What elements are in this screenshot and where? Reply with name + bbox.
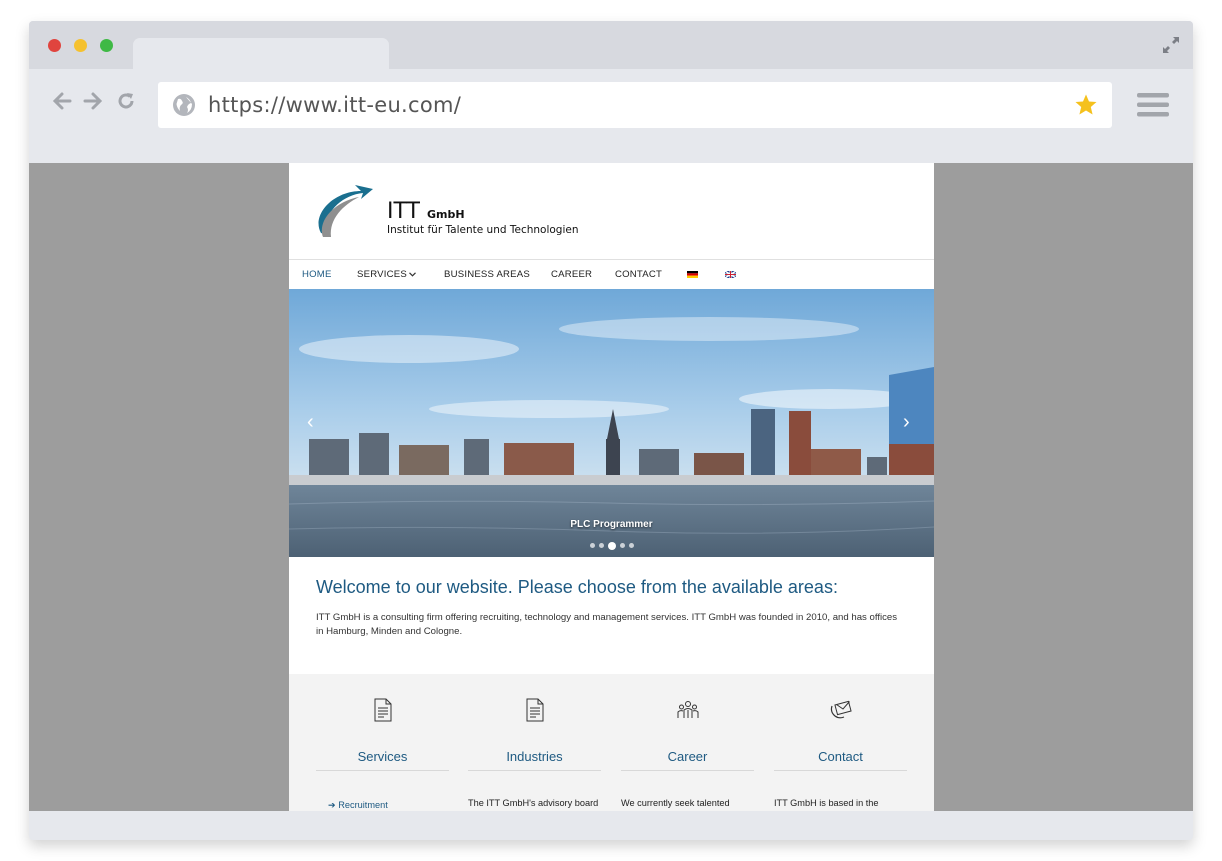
site-logo[interactable]: ITT GmbH Institut für Talente und Techno… <box>313 175 623 250</box>
expand-icon[interactable] <box>1161 35 1181 55</box>
back-arrow-icon[interactable] <box>51 89 73 113</box>
logo-tagline: Institut für Talente und Technologien <box>387 224 579 236</box>
browser-toolbar: https://www.itt-eu.com/ <box>29 69 1193 139</box>
nav-business-areas[interactable]: BUSINESS AREAS <box>444 269 530 280</box>
feature-title[interactable]: Industries <box>468 749 601 764</box>
slider-dot[interactable] <box>598 543 604 549</box>
browser-tab[interactable] <box>133 38 389 69</box>
nav-contact[interactable]: CONTACT <box>615 269 662 280</box>
close-window-button[interactable] <box>48 39 61 52</box>
document-list-icon <box>374 698 392 722</box>
forward-arrow-icon[interactable] <box>82 89 104 113</box>
hamburger-icon[interactable] <box>1137 93 1169 117</box>
nav-home[interactable]: HOME <box>302 269 332 280</box>
feature-title[interactable]: Services <box>316 749 449 764</box>
feature-divider <box>774 770 907 771</box>
browser-bottom-bar <box>29 811 1193 840</box>
slider-prev-arrow[interactable]: ‹ <box>307 411 314 434</box>
maximize-window-button[interactable] <box>100 39 113 52</box>
mail-contact-icon <box>830 700 852 719</box>
people-group-icon <box>677 701 699 718</box>
main-nav: HOME SERVICES BUSINESS AREAS CAREER CONT… <box>289 259 934 290</box>
logo-suffix: GmbH <box>427 208 465 221</box>
welcome-heading: Welcome to our website. Please choose fr… <box>316 577 838 597</box>
feature-title[interactable]: Career <box>621 749 754 764</box>
slider-next-arrow[interactable]: › <box>903 411 910 434</box>
hero-image <box>289 289 934 557</box>
nav-career[interactable]: CAREER <box>551 269 592 280</box>
url-text[interactable]: https://www.itt-eu.com/ <box>208 93 461 117</box>
document-list-icon <box>526 698 544 722</box>
slider-dot-active[interactable] <box>607 541 616 550</box>
viewport: ITT GmbH Institut für Talente und Techno… <box>29 163 1193 811</box>
address-bar[interactable]: https://www.itt-eu.com/ <box>158 82 1112 128</box>
reload-icon[interactable] <box>115 89 137 113</box>
feature-text: ITT GmbH is based in the <box>774 798 879 808</box>
chevron-down-icon[interactable] <box>409 272 416 277</box>
slider-dot[interactable] <box>619 543 625 549</box>
uk-flag-icon[interactable] <box>725 271 736 278</box>
feature-text: We currently seek talented <box>621 798 730 808</box>
web-page: ITT GmbH Institut für Talente und Techno… <box>289 163 934 811</box>
logo-name: ITT <box>387 199 420 224</box>
browser-window: https://www.itt-eu.com/ ITT GmbH Institu… <box>29 21 1193 840</box>
german-flag-icon[interactable] <box>687 271 698 278</box>
globe-icon <box>173 94 195 116</box>
feature-divider <box>316 770 449 771</box>
slider-dot[interactable] <box>628 543 634 549</box>
slider-dot[interactable] <box>589 543 595 549</box>
feature-title[interactable]: Contact <box>774 749 907 764</box>
feature-divider <box>621 770 754 771</box>
hero-slider[interactable]: ‹ › PLC Programmer <box>289 289 934 557</box>
nav-services[interactable]: SERVICES <box>357 269 407 280</box>
feature-section: Services ➔ Recruitment Industries The IT… <box>289 674 934 811</box>
welcome-text: ITT GmbH is a consulting firm offering r… <box>316 612 898 637</box>
title-bar <box>29 21 1193 69</box>
minimize-window-button[interactable] <box>74 39 87 52</box>
slider-pagination <box>289 537 934 555</box>
feature-divider <box>468 770 601 771</box>
star-icon[interactable] <box>1074 93 1098 117</box>
feature-text: The ITT GmbH's advisory board <box>468 798 599 808</box>
logo-swoosh-icon <box>318 185 373 237</box>
slide-caption: PLC Programmer <box>570 519 653 530</box>
recruitment-link[interactable]: ➔ Recruitment <box>328 800 388 811</box>
